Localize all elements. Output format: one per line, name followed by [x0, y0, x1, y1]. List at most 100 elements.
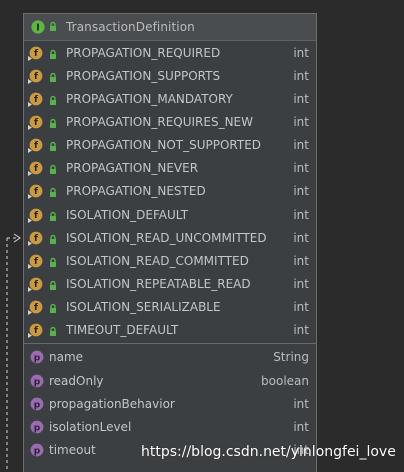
- section-divider: [24, 343, 316, 344]
- public-lock-icon: [50, 211, 56, 221]
- field-type: int: [293, 231, 309, 245]
- field-static-icon: [28, 264, 32, 269]
- property-name: isolationLevel: [49, 420, 132, 434]
- field-name: ISOLATION_DEFAULT: [66, 208, 189, 222]
- field-name: PROPAGATION_MANDATORY: [66, 92, 233, 106]
- property-type: int: [293, 420, 309, 434]
- property-icon: p: [30, 443, 44, 457]
- field-row[interactable]: f PROPAGATION_MANDATORY int: [24, 88, 316, 111]
- field-static-icon: [28, 125, 32, 130]
- svg-text:f: f: [34, 49, 38, 59]
- uml-diagram-canvas: I TransactionDefinition f PROPAGATION_RE…: [0, 0, 404, 472]
- public-lock-icon: [50, 326, 56, 336]
- field-type: int: [293, 254, 309, 268]
- svg-text:p: p: [34, 424, 41, 434]
- svg-text:f: f: [34, 141, 38, 151]
- property-name: readOnly: [49, 374, 104, 388]
- svg-text:f: f: [34, 257, 38, 267]
- property-icon: p: [30, 350, 44, 364]
- field-row[interactable]: f PROPAGATION_NOT_SUPPORTED int: [24, 134, 316, 157]
- property-row[interactable]: p name String: [24, 346, 316, 369]
- field-type: int: [293, 184, 309, 198]
- field-static-icon: [28, 102, 32, 107]
- public-lock-icon: [50, 72, 56, 82]
- field-type: int: [293, 208, 309, 222]
- public-lock-icon: [50, 164, 56, 174]
- field-row[interactable]: f PROPAGATION_NEVER int: [24, 157, 316, 180]
- public-lock-icon: [50, 303, 56, 313]
- svg-text:f: f: [34, 164, 38, 174]
- field-row[interactable]: f PROPAGATION_SUPPORTS int: [24, 65, 316, 88]
- field-type: int: [293, 115, 309, 129]
- property-type: int: [293, 397, 309, 411]
- connector-left-arrowhead: [13, 233, 21, 243]
- interface-icon: I: [31, 20, 45, 34]
- field-static-icon: [28, 148, 32, 153]
- field-static-icon: [28, 79, 32, 84]
- field-row[interactable]: f PROPAGATION_REQUIRED int: [24, 42, 316, 65]
- field-name: PROPAGATION_REQUIRES_NEW: [66, 115, 254, 129]
- interface-diagram-node[interactable]: I TransactionDefinition f PROPAGATION_RE…: [23, 13, 317, 472]
- field-type: int: [293, 300, 309, 314]
- field-type: int: [293, 138, 309, 152]
- field-name: ISOLATION_READ_COMMITTED: [66, 254, 249, 268]
- svg-text:p: p: [34, 354, 41, 364]
- svg-text:f: f: [34, 234, 38, 244]
- property-name: timeout: [49, 443, 96, 457]
- public-lock-icon: [50, 21, 56, 31]
- field-row[interactable]: f ISOLATION_REPEATABLE_READ int: [24, 273, 316, 296]
- property-icon: p: [30, 420, 44, 434]
- property-name: name: [49, 350, 84, 364]
- public-lock-icon: [50, 49, 56, 59]
- svg-text:f: f: [34, 326, 38, 336]
- field-name: ISOLATION_READ_UNCOMMITTED: [66, 231, 267, 245]
- field-static-icon: [28, 56, 32, 61]
- public-lock-icon: [50, 95, 56, 105]
- field-static-icon: [28, 194, 32, 199]
- field-row[interactable]: f PROPAGATION_NESTED int: [24, 180, 316, 203]
- public-lock-icon: [50, 234, 56, 244]
- field-type: int: [293, 46, 309, 60]
- property-row[interactable]: p readOnly boolean: [24, 370, 316, 393]
- field-row[interactable]: f TIMEOUT_DEFAULT int: [24, 319, 316, 342]
- field-type: int: [293, 92, 309, 106]
- field-static-icon: [28, 218, 32, 223]
- watermark-text: https://blog.csdn.net/yinlongfei_love: [141, 444, 396, 460]
- svg-text:p: p: [34, 378, 41, 388]
- field-row[interactable]: f ISOLATION_READ_UNCOMMITTED int: [24, 227, 316, 250]
- svg-text:p: p: [34, 401, 41, 411]
- property-icon: p: [30, 374, 44, 388]
- field-row[interactable]: f ISOLATION_DEFAULT int: [24, 204, 316, 227]
- field-name: ISOLATION_SERIALIZABLE: [66, 300, 221, 314]
- interface-header[interactable]: I TransactionDefinition: [24, 14, 316, 41]
- public-lock-icon: [50, 280, 56, 290]
- interface-name: TransactionDefinition: [66, 20, 195, 34]
- field-static-icon: [28, 287, 32, 292]
- public-lock-icon: [50, 187, 56, 197]
- svg-text:f: f: [34, 303, 38, 313]
- field-static-icon: [28, 333, 32, 338]
- svg-text:f: f: [34, 118, 38, 128]
- field-row[interactable]: f ISOLATION_READ_COMMITTED int: [24, 250, 316, 273]
- field-type: int: [293, 323, 309, 337]
- field-name: PROPAGATION_NEVER: [66, 161, 199, 175]
- svg-text:f: f: [34, 72, 38, 82]
- svg-text:f: f: [34, 95, 38, 105]
- field-row[interactable]: f PROPAGATION_REQUIRES_NEW int: [24, 111, 316, 134]
- field-type: int: [293, 69, 309, 83]
- property-type: boolean: [261, 374, 309, 388]
- field-name: ISOLATION_REPEATABLE_READ: [66, 277, 251, 291]
- property-icon: p: [30, 397, 44, 411]
- field-static-icon: [28, 310, 32, 315]
- field-static-icon: [28, 241, 32, 246]
- property-row[interactable]: p isolationLevel int: [24, 416, 316, 439]
- svg-text:I: I: [36, 23, 40, 34]
- property-row[interactable]: p propagationBehavior int: [24, 393, 316, 416]
- field-row[interactable]: f ISOLATION_SERIALIZABLE int: [24, 296, 316, 319]
- field-name: PROPAGATION_REQUIRED: [66, 46, 221, 60]
- field-type: int: [293, 161, 309, 175]
- property-type: String: [273, 350, 309, 364]
- field-type: int: [293, 277, 309, 291]
- field-name: PROPAGATION_SUPPORTS: [66, 69, 221, 83]
- field-static-icon: [28, 171, 32, 176]
